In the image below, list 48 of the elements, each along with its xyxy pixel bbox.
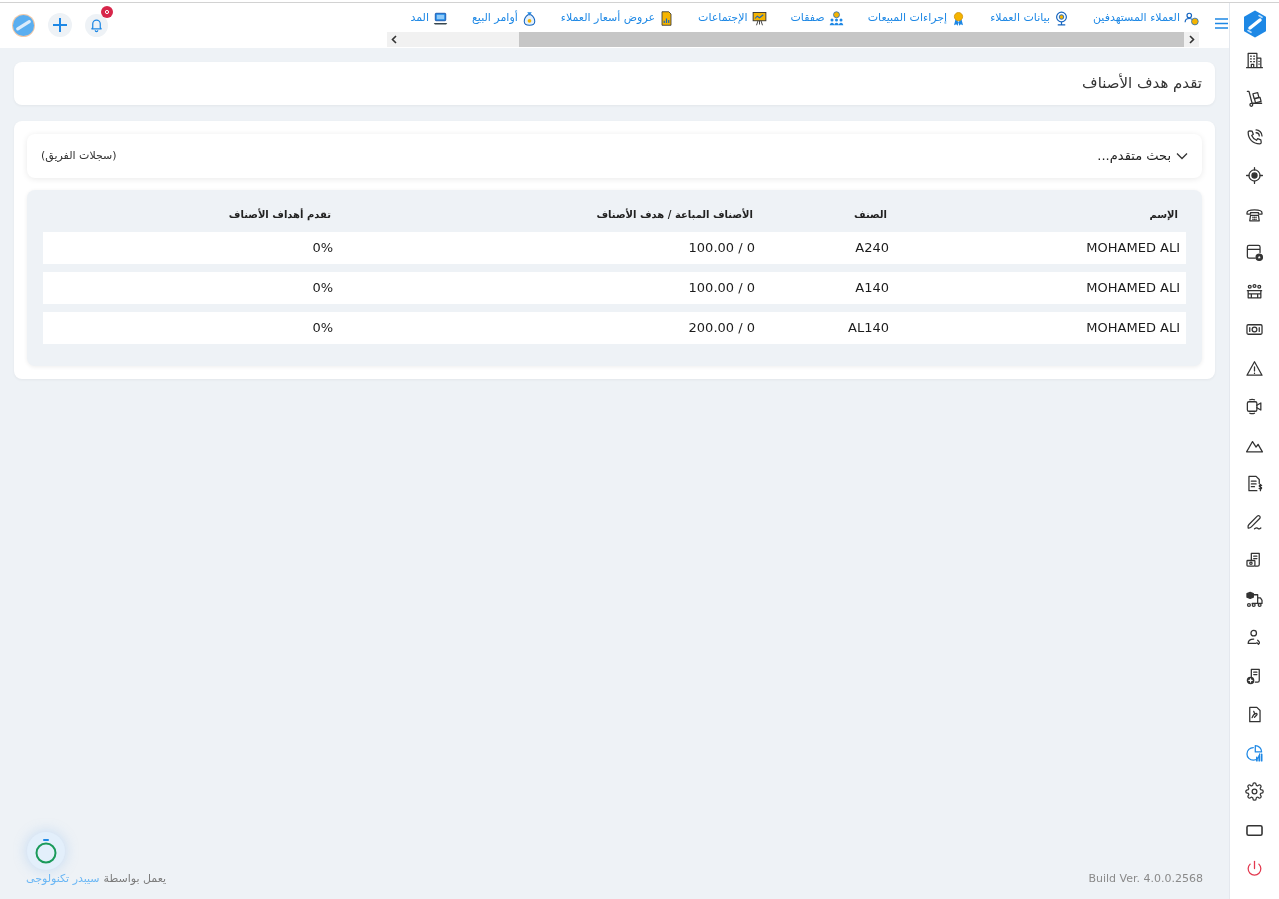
nav-link[interactable]: المد (410, 9, 448, 27)
team-records-label: (سجلات الفريق) (41, 147, 117, 164)
bell-icon (89, 17, 104, 33)
column-header: الأصناف المباعة / هدف الأصناف (595, 207, 754, 222)
nav-link[interactable]: صفقات (790, 9, 844, 27)
webcam-icon (1054, 10, 1069, 26)
nav-link[interactable]: بيانات العملاء (990, 9, 1069, 27)
table-cell-text: 0 / 100.00 (687, 279, 756, 298)
plus-icon (52, 17, 68, 33)
table-cell-text: 0% (311, 319, 334, 338)
logo-avatar-icon (12, 13, 35, 37)
nav-link[interactable]: عروض أسعار العملاء (560, 9, 675, 27)
table-cell-text: MOHAMED ALI (1085, 239, 1181, 258)
table-cell-text: 0% (311, 279, 334, 298)
nav-link[interactable]: العملاء المستهدفين (1093, 9, 1199, 27)
menu-icon (1215, 18, 1228, 29)
laptop-icon (432, 10, 448, 26)
stopwatch-icon (34, 838, 58, 864)
table-cell-text: A140 (854, 279, 890, 298)
powered-by-text: يعمل بواسطة (103, 871, 167, 885)
team-coin-icon (828, 10, 844, 26)
table-cell-text: 0% (311, 239, 334, 258)
table-cell-text: MOHAMED ALI (1085, 319, 1181, 338)
timer-button[interactable] (27, 832, 65, 870)
table-cell-text: 0 / 200.00 (687, 319, 756, 338)
column-header: الصنف (852, 207, 888, 222)
table-cell-text: AL140 (847, 319, 890, 338)
table-cell-text: A240 (854, 239, 890, 258)
build-version: Build Ver. 4.0.0.2568 (1088, 871, 1203, 885)
money-bag-icon (521, 10, 537, 26)
scrollbar-thumb[interactable] (519, 32, 1184, 47)
document-chart-icon (659, 10, 675, 26)
company-link[interactable]: سيبدر تكنولوجى (26, 871, 100, 885)
logo-icon (1242, 10, 1267, 38)
column-header: تقدم أهداف الأصناف (227, 207, 332, 222)
nav-link[interactable]: الإجتماعات (698, 9, 767, 27)
people-coin-icon (1184, 10, 1199, 26)
column-header: الإسم (1148, 207, 1179, 222)
horizontal-scrollbar[interactable] (387, 32, 1199, 47)
add-button[interactable] (48, 13, 72, 37)
nav-link[interactable]: إجراءات المبيعات (867, 9, 967, 27)
presentation-board-icon (751, 10, 767, 26)
nav-link[interactable]: أوامر البيع (471, 9, 537, 27)
table-cell-text: MOHAMED ALI (1085, 279, 1181, 298)
table-cell-text: 0 / 100.00 (687, 239, 756, 258)
page-title: تقدم هدف الأصناف (1082, 72, 1202, 95)
menu-button[interactable] (1215, 18, 1228, 29)
advanced-search-toggle[interactable]: بحث متقدم... (1097, 146, 1188, 166)
